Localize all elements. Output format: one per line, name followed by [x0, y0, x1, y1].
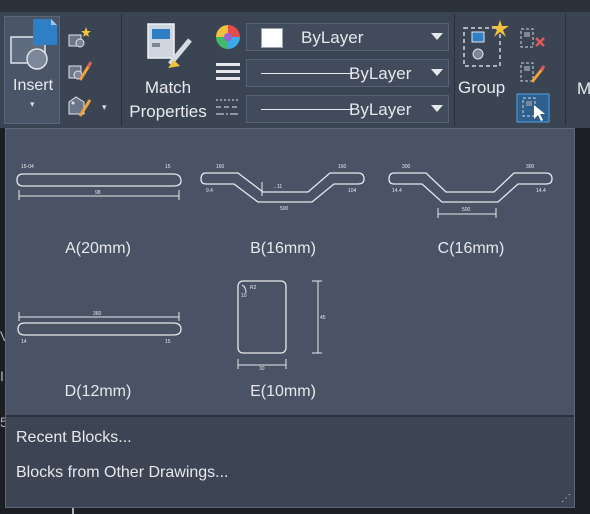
- block-tile-c[interactable]: 300 300 14.4 14.4 500 C(16mm): [386, 156, 556, 291]
- block-d-caption: D(12mm): [64, 383, 132, 400]
- svg-text:15: 15: [165, 164, 171, 170]
- svg-text:14.4: 14.4: [536, 188, 546, 194]
- ribbon: Insert ▾ ▾ Match Properties ByLayer ByLa…: [0, 0, 590, 128]
- lineweight-dropdown[interactable]: ByLayer: [246, 95, 449, 123]
- canvas-edge-fragment: VI5: [0, 328, 9, 430]
- svg-text:160: 160: [338, 164, 347, 170]
- block-e-preview-icon: R2 10 45 30: [237, 280, 326, 372]
- group-selection-toggle-icon[interactable]: [516, 93, 550, 123]
- svg-text:160: 160: [216, 164, 225, 170]
- svg-text:14.4: 14.4: [392, 188, 402, 194]
- block-c-caption: C(16mm): [437, 240, 505, 257]
- block-tile-e[interactable]: R2 10 45 30 E(10mm): [198, 269, 368, 404]
- block-gallery-dropdown: 15‑04 15 98 A(20mm) 160 160 9.4 104 →11 …: [5, 128, 575, 508]
- linetype-value: ByLayer: [349, 64, 412, 83]
- color-wheel-icon[interactable]: [215, 24, 241, 50]
- svg-text:45: 45: [320, 315, 326, 321]
- linetype-preview: [261, 73, 353, 74]
- svg-text:15: 15: [165, 339, 171, 345]
- svg-text:10: 10: [241, 293, 247, 299]
- svg-text:30: 30: [259, 366, 265, 372]
- group-button[interactable]: Group: [456, 16, 512, 124]
- recent-blocks-menu-item[interactable]: Recent Blocks...: [16, 429, 132, 447]
- svg-text:104: 104: [348, 188, 357, 194]
- svg-text:9.4: 9.4: [206, 188, 213, 194]
- block-e-caption: E(10mm): [250, 383, 316, 400]
- svg-text:98: 98: [95, 190, 101, 196]
- svg-text:→11: →11: [272, 184, 282, 190]
- create-block-icon[interactable]: [66, 26, 92, 50]
- panel-divider: [565, 14, 566, 126]
- match-properties-icon: [147, 23, 192, 68]
- blocks-from-other-drawings-menu-item[interactable]: Blocks from Other Drawings...: [16, 464, 229, 482]
- svg-text:360: 360: [93, 311, 102, 317]
- block-tile-a[interactable]: 15‑04 15 98 A(20mm): [13, 156, 183, 291]
- match-properties-line2: Properties: [129, 102, 207, 121]
- match-properties-line1: Match: [144, 78, 192, 97]
- edit-block-icon[interactable]: [66, 60, 92, 84]
- match-properties-button[interactable]: Match Properties: [124, 16, 212, 124]
- attributes-caret-icon[interactable]: ▾: [102, 102, 107, 113]
- block-d-preview-icon: 360 14 15: [17, 311, 182, 345]
- panel-divider: [121, 14, 122, 126]
- ungroup-icon[interactable]: [518, 26, 546, 50]
- insert-block-icon: [10, 19, 57, 70]
- panel-divider: [454, 14, 455, 126]
- dropdown-footer: Recent Blocks... Blocks from Other Drawi…: [6, 417, 574, 507]
- insert-caret-icon[interactable]: ▾: [30, 99, 35, 110]
- chevron-down-icon: [431, 33, 443, 40]
- svg-text:500: 500: [280, 206, 289, 212]
- group-icon: [463, 20, 509, 67]
- resize-grip-icon[interactable]: ⋰: [561, 493, 571, 504]
- block-b-caption: B(16mm): [250, 240, 316, 257]
- lineweight-icon[interactable]: [215, 96, 241, 118]
- svg-text:14: 14: [21, 339, 27, 345]
- group-edit-icon[interactable]: [518, 60, 546, 84]
- svg-text:15‑04: 15‑04: [21, 164, 34, 170]
- edit-attributes-icon[interactable]: [66, 94, 92, 118]
- svg-text:R2: R2: [250, 285, 257, 291]
- group-label: Group: [458, 78, 506, 97]
- block-b-preview-icon: 160 160 9.4 104 →11 500: [200, 164, 365, 212]
- chevron-down-icon: [431, 105, 443, 112]
- color-value: ByLayer: [301, 28, 364, 47]
- svg-text:300: 300: [526, 164, 535, 170]
- modify-panel-label[interactable]: M: [577, 79, 590, 99]
- ribbon-top-strip: [0, 0, 590, 12]
- lineweight-preview: [261, 109, 353, 110]
- color-dropdown[interactable]: ByLayer: [246, 23, 449, 51]
- block-a-caption: A(20mm): [65, 240, 131, 257]
- block-c-preview-icon: 300 300 14.4 14.4 500: [388, 164, 553, 218]
- chevron-down-icon: [431, 69, 443, 76]
- lineweight-value: ByLayer: [349, 100, 412, 119]
- insert-label: Insert: [13, 77, 54, 94]
- block-tile-d[interactable]: 360 14 15 D(12mm): [13, 299, 183, 434]
- svg-text:300: 300: [402, 164, 411, 170]
- color-swatch: [261, 28, 283, 48]
- insert-block-button[interactable]: Insert ▾: [4, 16, 60, 124]
- svg-text:500: 500: [462, 207, 471, 213]
- linetype-dropdown[interactable]: ByLayer: [246, 59, 449, 87]
- block-a-preview-icon: 15‑04 15 98: [16, 164, 182, 200]
- linetype-icon[interactable]: [215, 60, 241, 84]
